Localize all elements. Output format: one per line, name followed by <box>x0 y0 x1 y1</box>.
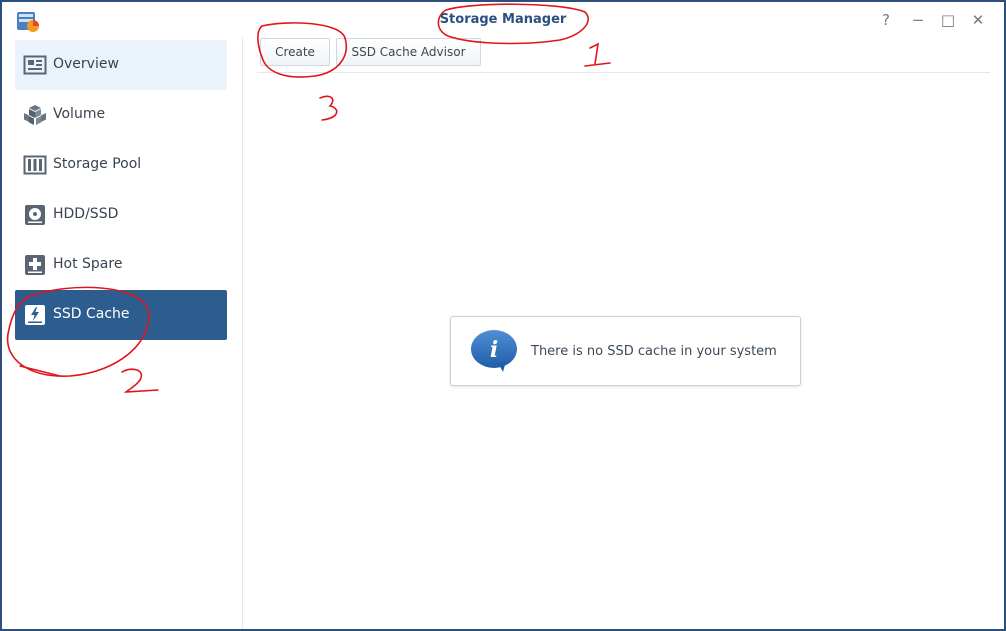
main-content: Create SSD Cache Advisor i There is no S… <box>243 38 1004 629</box>
sidebar-item-volume[interactable]: Volume <box>15 90 227 140</box>
sidebar-item-label: SSD Cache <box>53 306 130 322</box>
sidebar-item-overview[interactable]: Overview <box>15 40 227 90</box>
empty-state-message: There is no SSD cache in your system <box>531 344 777 359</box>
help-icon[interactable]: ? <box>876 10 896 30</box>
sidebar: Overview Volume Storage Pool HDD/SSD Hot… <box>2 38 242 629</box>
sidebar-item-label: Volume <box>53 106 106 122</box>
maximize-icon[interactable]: □ <box>938 10 958 30</box>
info-icon: i <box>471 330 517 372</box>
title-bar[interactable]: Storage Manager ? − □ ✕ <box>2 2 1004 38</box>
hdd-icon <box>25 205 45 225</box>
ssd-cache-advisor-button[interactable]: SSD Cache Advisor <box>336 38 481 66</box>
sidebar-item-label: Overview <box>53 56 119 72</box>
sidebar-item-hdd-ssd[interactable]: HDD/SSD <box>15 190 227 240</box>
storage-manager-window: Storage Manager ? − □ ✕ Overview Volume … <box>0 0 1006 631</box>
window-title: Storage Manager <box>439 12 567 27</box>
create-button[interactable]: Create <box>260 38 330 66</box>
toolbar-divider <box>257 72 990 73</box>
empty-state-message-box: i There is no SSD cache in your system <box>450 316 801 386</box>
overview-icon <box>23 55 47 75</box>
sidebar-item-hot-spare[interactable]: Hot Spare <box>15 240 227 290</box>
close-icon[interactable]: ✕ <box>968 10 988 30</box>
sidebar-item-label: HDD/SSD <box>53 206 119 222</box>
storage-pool-icon <box>23 155 47 175</box>
sidebar-item-ssd-cache[interactable]: SSD Cache <box>15 290 227 340</box>
volume-icon <box>24 105 46 125</box>
sidebar-item-label: Hot Spare <box>53 256 123 272</box>
sidebar-item-storage-pool[interactable]: Storage Pool <box>15 140 227 190</box>
sidebar-item-label: Storage Pool <box>53 156 142 172</box>
svg-text:i: i <box>490 337 498 363</box>
minimize-icon[interactable]: − <box>908 10 928 30</box>
hot-spare-icon <box>25 255 45 275</box>
ssd-cache-icon <box>25 305 45 325</box>
